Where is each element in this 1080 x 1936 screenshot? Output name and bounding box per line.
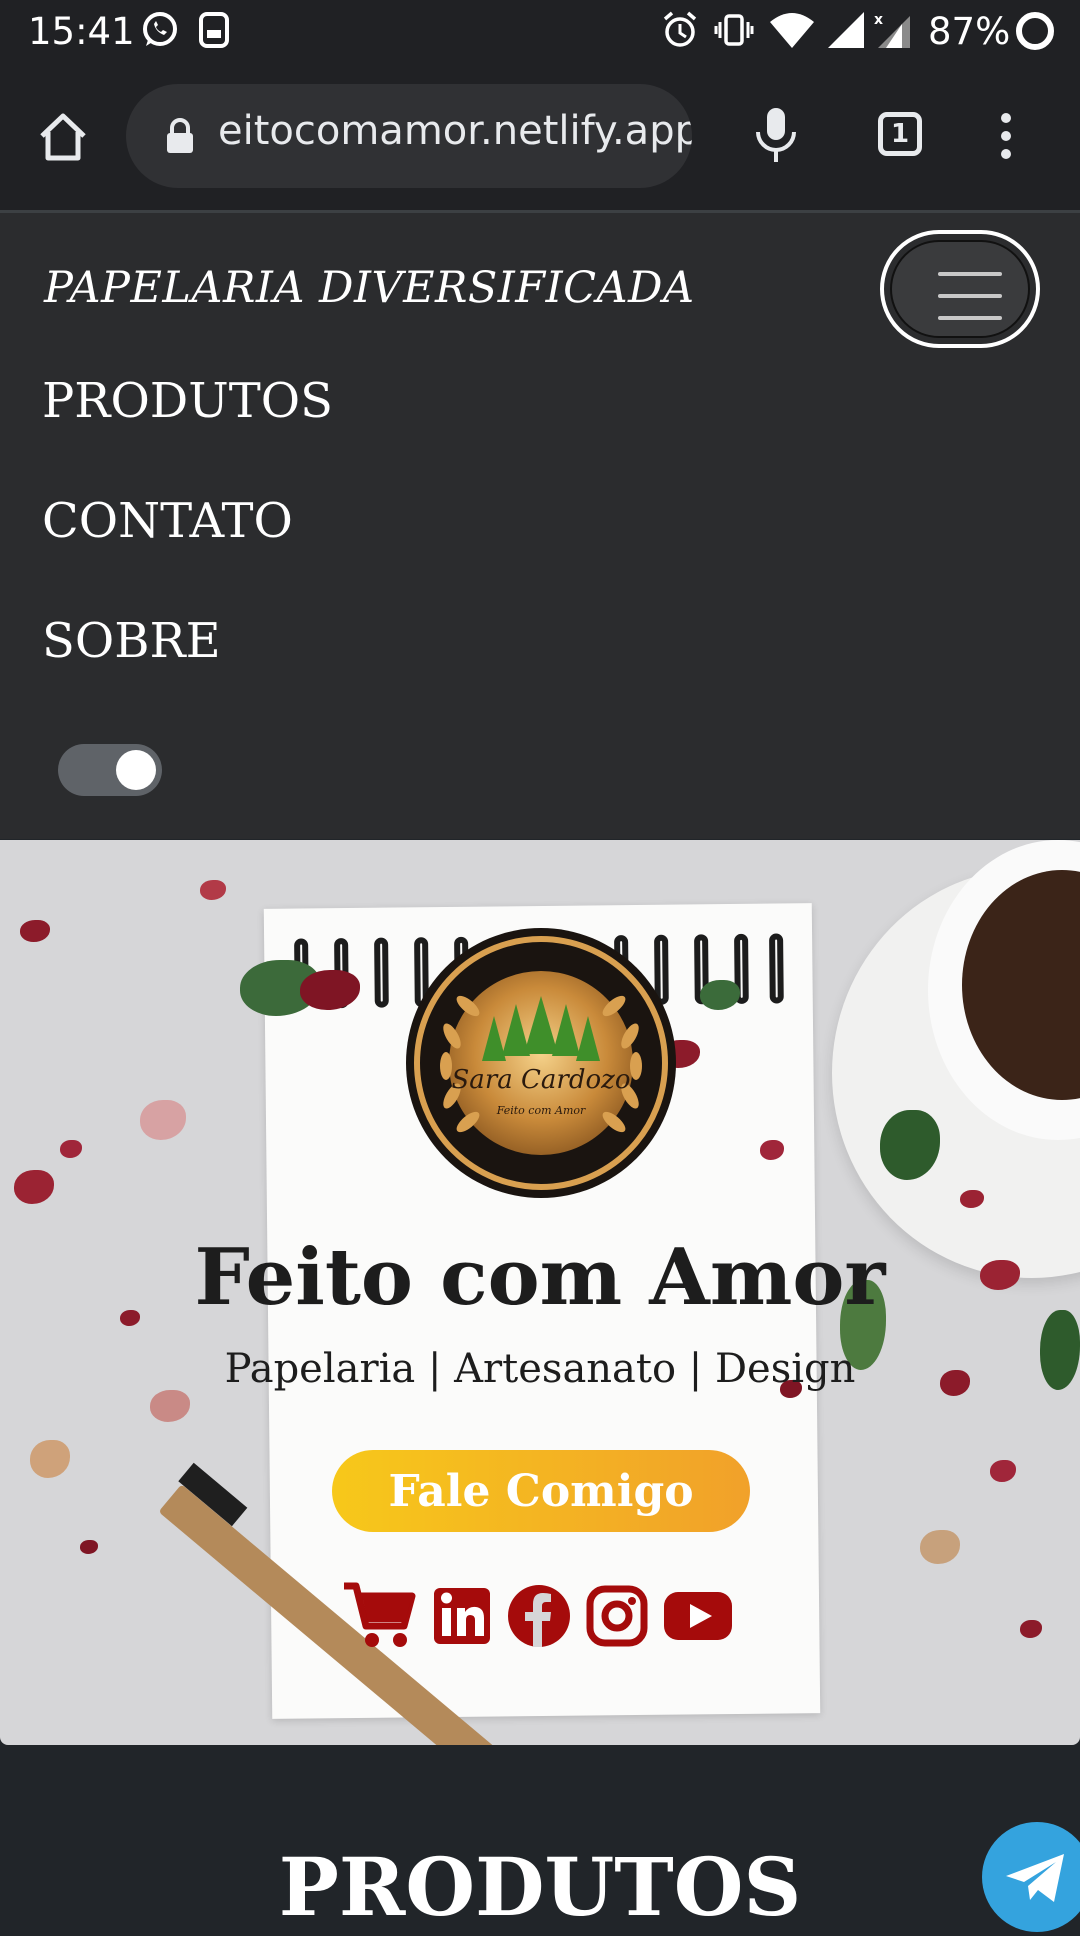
hero-title: Feito com Amor	[194, 1232, 886, 1323]
menu-toggle-button[interactable]	[880, 230, 1040, 348]
vibrate-icon	[714, 14, 754, 46]
brand-logo: Sara Cardozo Feito com Amor	[406, 928, 676, 1198]
navbar-brand[interactable]: PAPELARIA DIVERSIFICADA	[44, 263, 695, 313]
microphone-icon[interactable]	[752, 106, 800, 166]
signal-x-icon: x	[874, 12, 910, 48]
linkedin-icon[interactable]	[432, 1580, 492, 1652]
url-text: eitocomamor.netlify.app	[218, 108, 692, 154]
svg-text:x: x	[874, 12, 883, 28]
toggle-knob	[116, 750, 156, 790]
battery-level: 87%	[928, 10, 1011, 53]
hamburger-icon	[890, 240, 1030, 338]
youtube-icon[interactable]	[662, 1580, 734, 1652]
telegram-icon	[1006, 1854, 1064, 1902]
logo-subtext: Feito com Amor	[496, 1104, 586, 1117]
more-options-icon[interactable]	[996, 112, 1016, 160]
alarm-icon	[663, 11, 697, 47]
cart-icon[interactable]	[342, 1580, 416, 1652]
battery-ring-icon	[1016, 12, 1054, 50]
signal-icon	[828, 12, 864, 48]
status-time: 15:41	[28, 10, 135, 53]
home-icon[interactable]	[36, 110, 90, 164]
browser-toolbar: eitocomamor.netlify.app 1	[0, 62, 1080, 213]
wifi-icon	[770, 13, 814, 48]
telegram-float-button[interactable]	[982, 1822, 1080, 1932]
nav-link-produtos[interactable]: PRODUTOS	[42, 373, 333, 429]
whatsapp-icon	[143, 12, 177, 46]
hero-subtitle: Papelaria | Artesanato | Design	[224, 1346, 856, 1392]
lock-icon	[167, 118, 193, 153]
contact-me-button[interactable]: Fale Comigo	[332, 1450, 750, 1532]
sim-icon	[199, 12, 229, 48]
address-bar[interactable]: eitocomamor.netlify.app	[126, 84, 692, 188]
nav-link-sobre[interactable]: SOBRE	[42, 613, 221, 669]
site-navbar: PAPELARIA DIVERSIFICADA PRODUTOS CONTATO…	[0, 213, 1080, 839]
dark-mode-toggle[interactable]	[58, 744, 162, 796]
logo-text: Sara Cardozo	[452, 1065, 631, 1095]
instagram-icon[interactable]	[586, 1580, 648, 1652]
status-bar: 15:41 x 87%	[0, 0, 1080, 62]
facebook-icon[interactable]	[506, 1580, 572, 1652]
tab-switcher-button[interactable]: 1	[878, 112, 922, 156]
nav-link-contato[interactable]: CONTATO	[42, 493, 293, 549]
